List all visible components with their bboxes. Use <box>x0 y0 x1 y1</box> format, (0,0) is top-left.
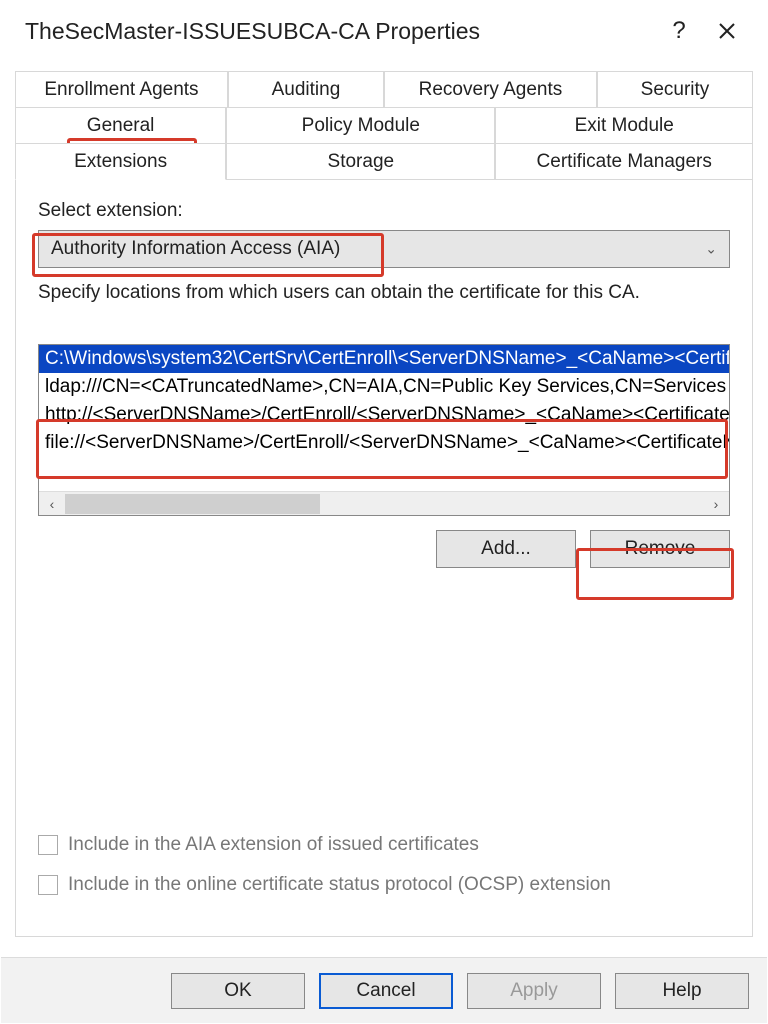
tab-storage[interactable]: Storage <box>226 143 495 180</box>
location-row[interactable]: C:\Windows\system32\CertSrv\CertEnroll\<… <box>39 345 729 373</box>
location-row[interactable]: http://<ServerDNSName>/CertEnroll/<Serve… <box>39 401 729 429</box>
tab-auditing[interactable]: Auditing <box>228 71 384 107</box>
checkbox-icon <box>38 875 58 895</box>
select-extension-label: Select extension: <box>38 200 730 222</box>
include-ocsp-label: Include in the online certificate status… <box>68 874 611 896</box>
properties-dialog: TheSecMaster-ISSUESUBCA-CA Properties ? … <box>0 0 768 1024</box>
checkbox-icon <box>38 835 58 855</box>
tab-strip: Enrollment Agents Auditing Recovery Agen… <box>15 71 753 937</box>
dialog-button-row: OK Cancel Apply Help <box>1 957 767 1023</box>
scroll-left-icon[interactable]: ‹ <box>39 492 65 516</box>
locations-rows: C:\Windows\system32\CertSrv\CertEnroll\<… <box>39 345 729 491</box>
tab-certificate-managers[interactable]: Certificate Managers <box>495 143 753 180</box>
extension-dropdown-value: Authority Information Access (AIA) <box>51 238 340 260</box>
apply-button[interactable]: Apply <box>467 973 601 1009</box>
add-button[interactable]: Add... <box>436 530 576 568</box>
tab-recovery-agents[interactable]: Recovery Agents <box>384 71 597 107</box>
tab-exit-module[interactable]: Exit Module <box>495 107 753 143</box>
include-aia-checkbox[interactable]: Include in the AIA extension of issued c… <box>38 834 611 856</box>
dialog-title: TheSecMaster-ISSUESUBCA-CA Properties <box>25 18 655 45</box>
titlebar: TheSecMaster-ISSUESUBCA-CA Properties ? <box>1 1 767 61</box>
include-ocsp-checkbox[interactable]: Include in the online certificate status… <box>38 874 611 896</box>
cancel-button[interactable]: Cancel <box>319 973 453 1009</box>
scroll-thumb[interactable] <box>65 494 320 514</box>
tab-extensions[interactable]: Extensions <box>15 143 226 180</box>
tab-security[interactable]: Security <box>597 71 753 107</box>
ok-button[interactable]: OK <box>171 973 305 1009</box>
tab-general[interactable]: General <box>15 107 226 143</box>
remove-button[interactable]: Remove <box>590 530 730 568</box>
tab-enrollment-agents[interactable]: Enrollment Agents <box>15 71 228 107</box>
extension-description: Specify locations from which users can o… <box>38 282 730 304</box>
help-icon[interactable]: ? <box>655 7 703 55</box>
tab-panel-extensions: Select extension: Authority Information … <box>15 179 753 937</box>
chevron-down-icon: ⌄ <box>705 241 717 258</box>
help-button[interactable]: Help <box>615 973 749 1009</box>
location-row[interactable]: ldap:///CN=<CATruncatedName>,CN=AIA,CN=P… <box>39 373 729 401</box>
horizontal-scrollbar[interactable]: ‹ › <box>39 491 729 515</box>
include-aia-label: Include in the AIA extension of issued c… <box>68 834 479 856</box>
locations-listbox[interactable]: C:\Windows\system32\CertSrv\CertEnroll\<… <box>38 344 730 516</box>
close-icon[interactable] <box>703 7 751 55</box>
location-row[interactable]: file://<ServerDNSName>/CertEnroll/<Serve… <box>39 429 729 457</box>
tab-policy-module[interactable]: Policy Module <box>226 107 495 143</box>
extension-dropdown[interactable]: Authority Information Access (AIA) ⌄ <box>38 230 730 268</box>
scroll-right-icon[interactable]: › <box>703 492 729 516</box>
scroll-track[interactable] <box>65 492 703 515</box>
